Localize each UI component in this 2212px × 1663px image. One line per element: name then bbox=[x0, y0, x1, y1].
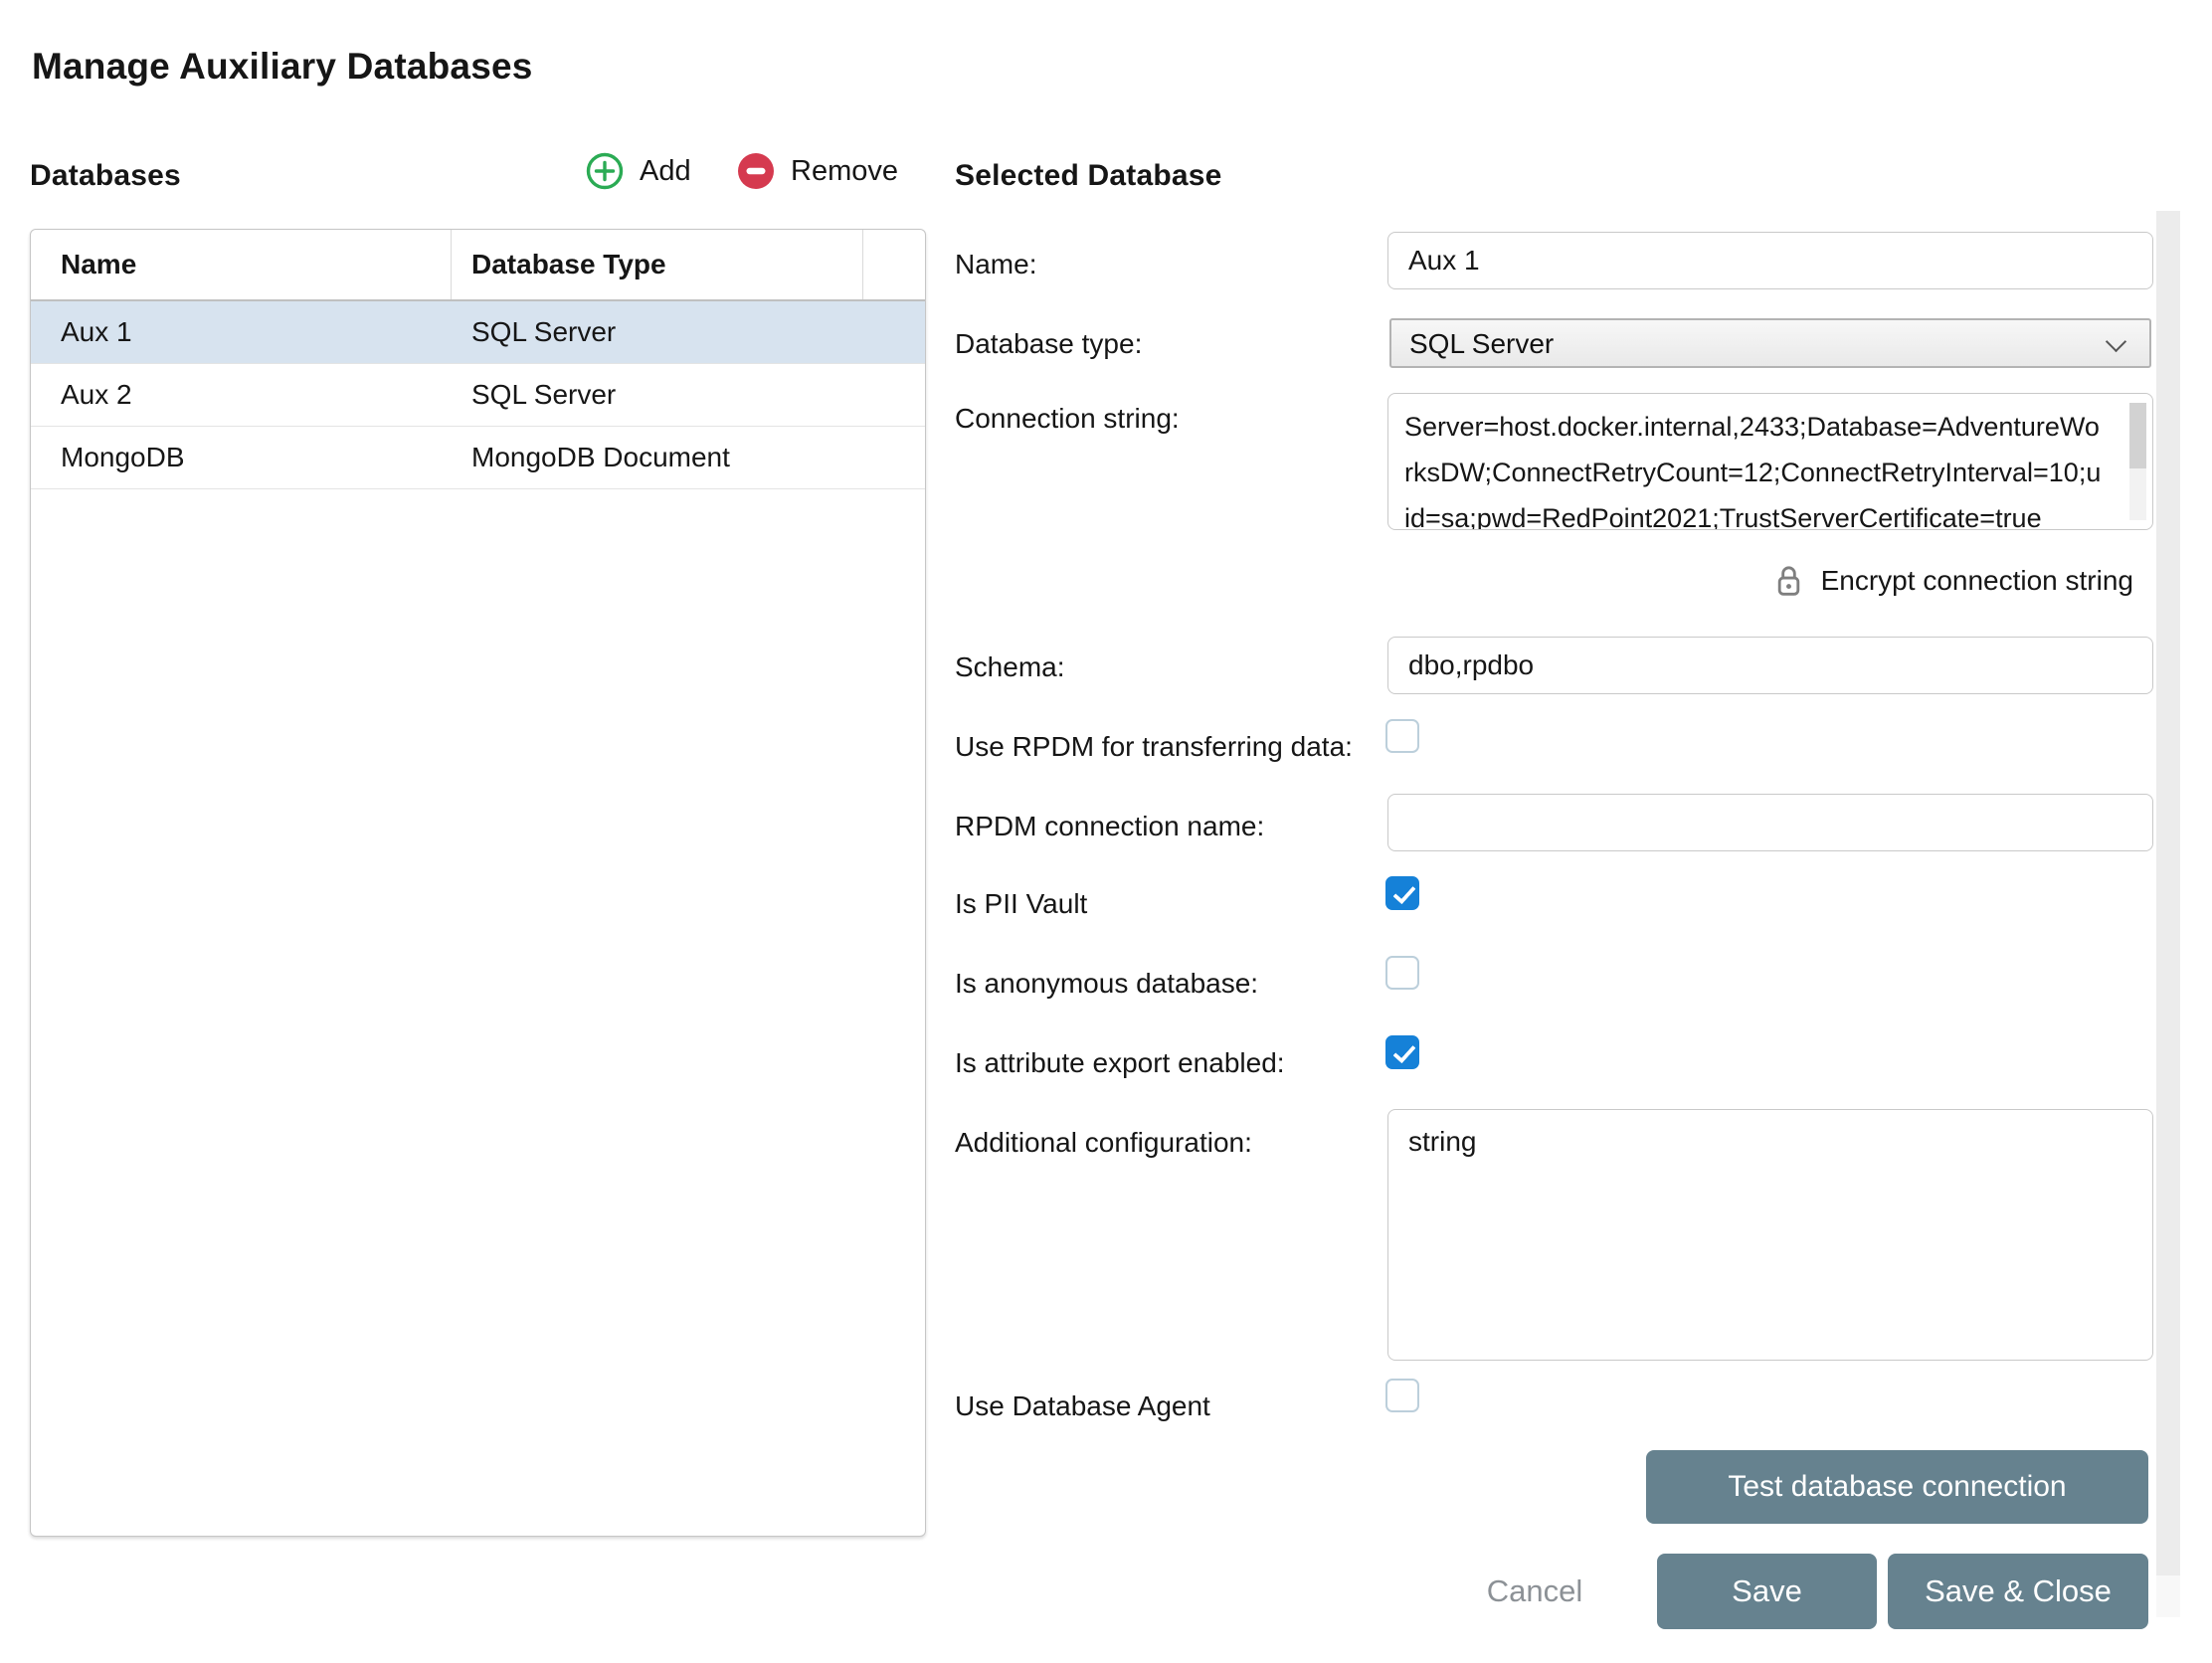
cancel-button[interactable]: Cancel bbox=[1460, 1570, 1609, 1613]
add-database-button[interactable]: Add bbox=[585, 151, 691, 191]
use-rpdm-checkbox[interactable] bbox=[1385, 719, 1419, 753]
is-anonymous-database-checkbox[interactable] bbox=[1385, 956, 1419, 990]
connection-string-textarea[interactable]: Server=host.docker.internal,2433;Databas… bbox=[1387, 393, 2153, 530]
cell-database-type: MongoDB Document bbox=[452, 442, 925, 473]
cell-name: MongoDB bbox=[31, 442, 452, 473]
database-type-select[interactable]: SQL Server bbox=[1389, 318, 2151, 368]
rpdm-connection-name-input[interactable] bbox=[1387, 794, 2153, 851]
is-attribute-export-enabled-checkbox[interactable] bbox=[1385, 1035, 1419, 1069]
dialog-scrollbar-track-end bbox=[2156, 1575, 2180, 1617]
cell-name: Aux 1 bbox=[31, 316, 452, 348]
cell-name: Aux 2 bbox=[31, 379, 452, 411]
column-header-spacer bbox=[863, 230, 925, 299]
is-pii-vault-checkbox[interactable] bbox=[1385, 876, 1419, 910]
add-button-label: Add bbox=[640, 155, 691, 188]
page-title: Manage Auxiliary Databases bbox=[32, 46, 533, 88]
table-row-aux2[interactable]: Aux 2 SQL Server bbox=[31, 364, 925, 427]
additional-configuration-label: Additional configuration: bbox=[955, 1127, 1252, 1159]
encrypt-connection-string-button[interactable]: Encrypt connection string bbox=[1387, 563, 2133, 598]
cell-database-type: SQL Server bbox=[452, 379, 925, 411]
test-database-connection-button[interactable]: Test database connection bbox=[1646, 1450, 2148, 1524]
name-label: Name: bbox=[955, 249, 1036, 280]
databases-heading: Databases bbox=[30, 159, 181, 193]
table-row-mongodb[interactable]: MongoDB MongoDB Document bbox=[31, 427, 925, 489]
plus-circle-icon bbox=[585, 151, 625, 191]
save-button[interactable]: Save bbox=[1657, 1554, 1877, 1629]
dialog-scrollbar[interactable] bbox=[2156, 211, 2180, 1575]
use-database-agent-checkbox[interactable] bbox=[1385, 1379, 1419, 1412]
column-header-name: Name bbox=[31, 230, 452, 299]
is-attribute-export-enabled-label: Is attribute export enabled: bbox=[955, 1047, 1285, 1079]
schema-label: Schema: bbox=[955, 651, 1065, 683]
databases-table: Name Database Type Aux 1 SQL Server Aux … bbox=[30, 229, 926, 1537]
schema-input[interactable] bbox=[1387, 637, 2153, 694]
encrypt-connection-string-label: Encrypt connection string bbox=[1821, 565, 2133, 597]
connection-string-label: Connection string: bbox=[955, 403, 1180, 435]
table-row-aux1[interactable]: Aux 1 SQL Server bbox=[31, 301, 925, 364]
remove-database-button[interactable]: Remove bbox=[736, 151, 898, 191]
is-pii-vault-label: Is PII Vault bbox=[955, 888, 1087, 920]
remove-button-label: Remove bbox=[791, 155, 898, 188]
column-header-database-type: Database Type bbox=[452, 230, 863, 299]
use-rpdm-label: Use RPDM for transferring data: bbox=[955, 731, 1353, 763]
manage-auxiliary-databases-dialog: Manage Auxiliary Databases Databases Add… bbox=[0, 0, 2212, 1663]
rpdm-connection-name-label: RPDM connection name: bbox=[955, 811, 1264, 842]
selected-database-heading: Selected Database bbox=[955, 159, 1222, 193]
cell-database-type: SQL Server bbox=[452, 316, 925, 348]
additional-configuration-textarea[interactable]: string bbox=[1387, 1109, 2153, 1361]
database-type-label: Database type: bbox=[955, 328, 1142, 360]
use-database-agent-label: Use Database Agent bbox=[955, 1390, 1210, 1422]
is-anonymous-database-label: Is anonymous database: bbox=[955, 968, 1258, 1000]
databases-table-header: Name Database Type bbox=[31, 230, 925, 301]
lock-icon bbox=[1773, 563, 1804, 598]
connection-string-scrollbar-thumb[interactable] bbox=[2129, 403, 2146, 468]
save-and-close-button[interactable]: Save & Close bbox=[1888, 1554, 2148, 1629]
name-input[interactable] bbox=[1387, 232, 2153, 289]
connection-string-field: Server=host.docker.internal,2433;Databas… bbox=[1387, 393, 2153, 530]
minus-circle-icon bbox=[736, 151, 776, 191]
